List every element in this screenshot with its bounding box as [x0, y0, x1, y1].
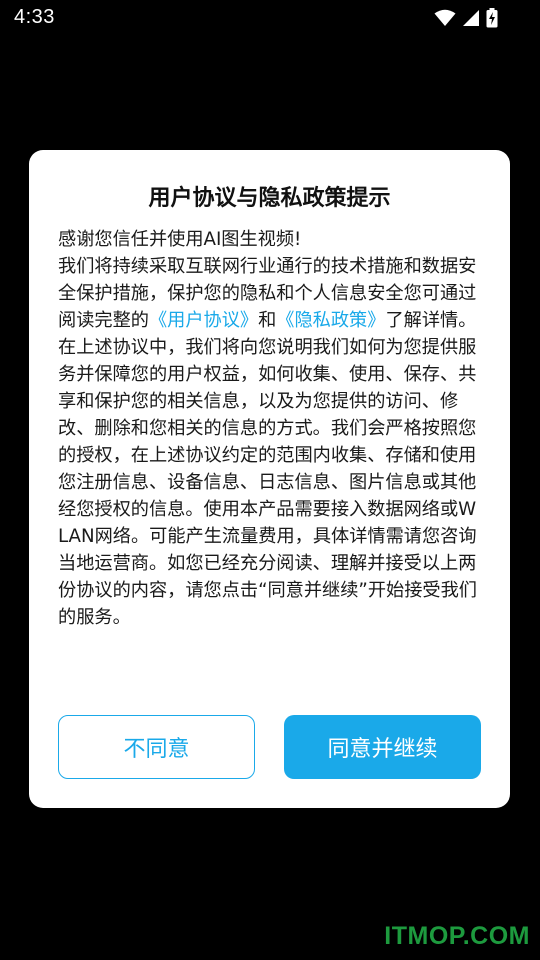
status-icons	[434, 8, 498, 28]
and-text: 和	[258, 310, 277, 331]
status-bar: 4:33	[0, 0, 540, 38]
status-time: 4:33	[14, 6, 55, 28]
signal-icon	[462, 9, 480, 27]
screen: 4:33 用户协议与隐私政策提示 感谢您信任并使用AI图生视频! 我们将持续采取…	[0, 0, 540, 960]
intro-paragraph: 我们将持续采取互联网行业通行的技术措施和数据安全保护措施，保护您的隐私和个人信息…	[58, 253, 482, 334]
privacy-policy-link[interactable]: 《隐私政策》	[276, 310, 385, 331]
agree-continue-button[interactable]: 同意并继续	[284, 715, 481, 779]
agreement-details-paragraph: 在上述协议中，我们将向您说明我们如何为您提供服务并保障您的用户权益，如何收集、使…	[58, 337, 477, 628]
agreement-dialog: 用户协议与隐私政策提示 感谢您信任并使用AI图生视频! 我们将持续采取互联网行业…	[29, 150, 510, 808]
user-agreement-link[interactable]: 《用户协议》	[149, 310, 258, 331]
details-text: 了解详情。	[385, 310, 477, 331]
watermark-logo: ITMOP.COM	[384, 922, 530, 950]
dialog-title: 用户协议与隐私政策提示	[148, 186, 391, 211]
battery-charging-icon	[486, 8, 498, 28]
wifi-icon	[434, 9, 456, 27]
greeting-text: 感谢您信任并使用AI图生视频!	[58, 229, 302, 250]
dialog-body: 感谢您信任并使用AI图生视频! 我们将持续采取互联网行业通行的技术措施和数据安全…	[58, 226, 482, 631]
disagree-button[interactable]: 不同意	[58, 715, 255, 779]
